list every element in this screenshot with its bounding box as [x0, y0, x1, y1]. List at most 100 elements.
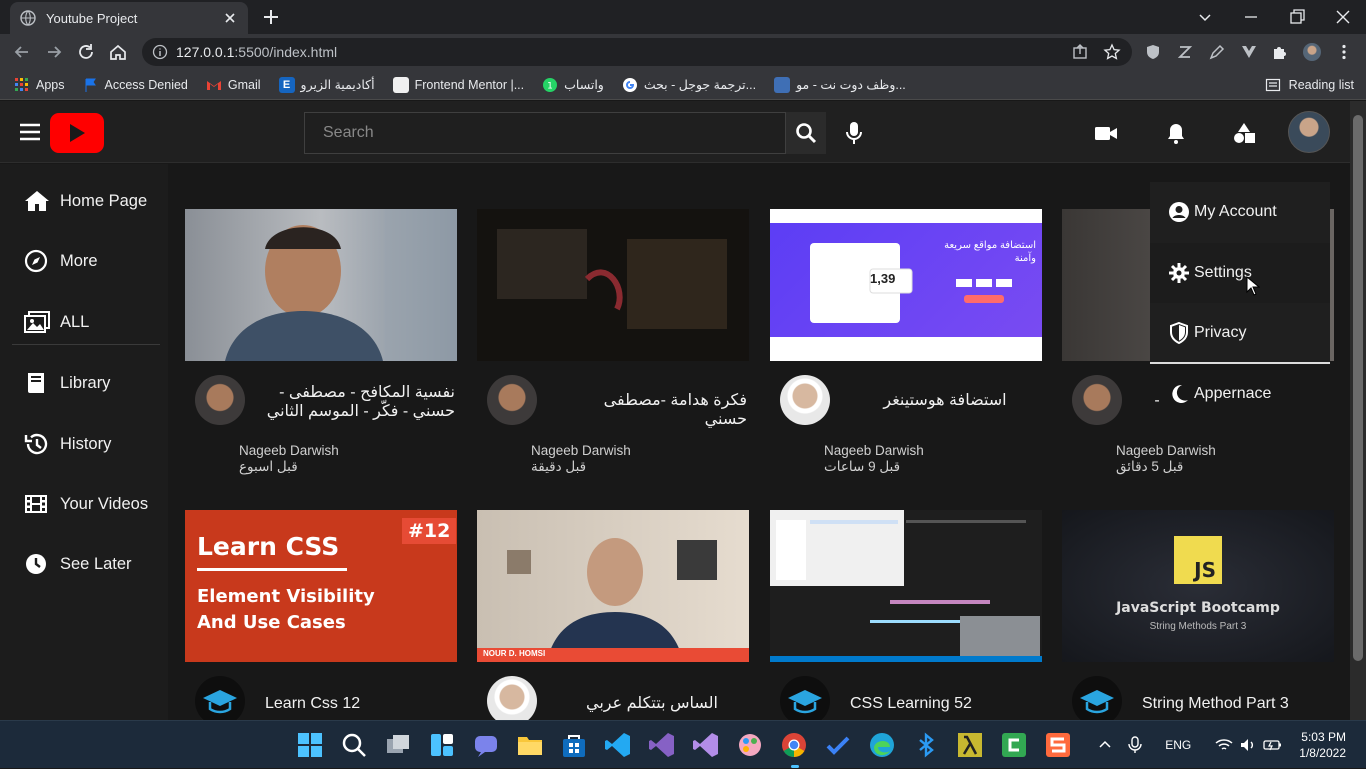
video-title[interactable]: الساس بتتكلم عربي — [557, 694, 747, 713]
battery-icon[interactable] — [1263, 737, 1283, 753]
video-title[interactable]: CSS Learning 52 — [850, 694, 1040, 713]
more-vertical-icon[interactable] — [1335, 43, 1353, 61]
sidebar-item-history[interactable]: History — [24, 432, 111, 456]
sidebar-item-see-later[interactable]: See Later — [24, 552, 132, 576]
info-icon[interactable] — [152, 44, 168, 60]
search-taskbar-icon[interactable] — [340, 731, 368, 759]
todo-icon[interactable] — [824, 731, 852, 759]
bookmark-elzero[interactable]: E أكاديمية الزيرو — [278, 76, 375, 93]
sidebar-item-more[interactable]: More — [24, 249, 98, 273]
sublime-icon[interactable] — [1044, 731, 1072, 759]
chevron-up-icon[interactable] — [1097, 737, 1113, 753]
wifi-icon[interactable] — [1215, 737, 1233, 753]
channel-avatar[interactable] — [487, 375, 537, 425]
channel-avatar[interactable] — [780, 375, 830, 425]
camtasia-icon[interactable] — [1000, 731, 1028, 759]
channel-avatar[interactable] — [195, 375, 245, 425]
channel-name[interactable]: Nageeb Darwish — [824, 443, 924, 458]
paint-icon[interactable] — [736, 731, 764, 759]
chat-icon[interactable] — [472, 731, 500, 759]
bookmark-gmail[interactable]: Gmail — [206, 77, 261, 93]
restore-icon[interactable] — [1286, 6, 1308, 28]
vs-preview-icon[interactable] — [692, 731, 720, 759]
video-title[interactable]: String Method Part 3 — [1142, 694, 1332, 713]
sidebar-item-home[interactable]: Home Page — [24, 189, 147, 213]
video-thumbnail[interactable] — [185, 209, 457, 361]
channel-name[interactable]: Nageeb Darwish — [239, 443, 339, 458]
lambda-icon[interactable] — [956, 731, 984, 759]
forward-icon[interactable] — [44, 42, 64, 62]
user-avatar[interactable] — [1288, 111, 1330, 153]
video-title[interactable]: نفسية المكافح - مصطفى - حسني - فكّر - ال… — [265, 383, 455, 421]
edge-icon[interactable] — [868, 731, 896, 759]
microphone-tray-icon[interactable] — [1127, 736, 1143, 754]
page-scrollbar[interactable] — [1350, 101, 1366, 720]
channel-avatar[interactable] — [780, 676, 830, 720]
channel-name[interactable]: Nageeb Darwish — [1116, 443, 1216, 458]
bookmark-frontend-mentor[interactable]: Frontend Mentor |... — [392, 76, 524, 93]
hamburger-menu-icon[interactable] — [20, 123, 40, 141]
video-thumbnail[interactable] — [770, 510, 1042, 662]
windows-start-icon[interactable] — [296, 731, 324, 759]
new-tab-icon[interactable] — [262, 8, 280, 26]
home-browser-icon[interactable] — [108, 42, 128, 62]
address-bar[interactable]: 127.0.0.1:5500/index.html — [142, 38, 1132, 66]
profile-avatar[interactable] — [1303, 43, 1321, 61]
channel-avatar[interactable] — [1072, 375, 1122, 425]
video-title[interactable]: فكرة هدامة -مصطفى حسني — [557, 391, 747, 429]
video-camera-icon[interactable] — [1094, 121, 1118, 145]
channel-avatar[interactable] — [195, 676, 245, 720]
bookmark-apps[interactable]: Apps — [14, 77, 65, 93]
z-extension-icon[interactable] — [1176, 43, 1194, 61]
shapes-icon[interactable] — [1232, 121, 1256, 145]
close-window-icon[interactable] — [1332, 6, 1354, 28]
bell-icon[interactable] — [1164, 121, 1188, 145]
vue-extension-icon[interactable] — [1240, 43, 1258, 61]
sidebar-item-all[interactable]: ALL — [24, 310, 89, 334]
shield-extension-icon[interactable] — [1144, 43, 1162, 61]
reading-list[interactable]: Reading list — [1265, 77, 1354, 93]
dropdown-item-my-account[interactable]: My Account — [1150, 182, 1330, 242]
puzzle-icon[interactable] — [1271, 43, 1289, 61]
pen-extension-icon[interactable] — [1208, 43, 1226, 61]
video-title[interactable]: Learn Css 12 — [265, 694, 455, 713]
back-icon[interactable] — [12, 42, 32, 62]
share-icon[interactable] — [1071, 43, 1089, 61]
bookmark-whatsapp[interactable]: 1 واتساب — [542, 77, 604, 93]
dropdown-item-privacy[interactable]: Privacy — [1150, 304, 1330, 364]
dropdown-item-settings[interactable]: Settings — [1150, 243, 1330, 303]
vscode-icon[interactable] — [604, 731, 632, 759]
search-button[interactable] — [786, 112, 826, 154]
visual-studio-icon[interactable] — [648, 731, 676, 759]
browser-tab-active[interactable]: Youtube Project — [10, 2, 248, 34]
volume-icon[interactable] — [1239, 737, 1257, 753]
task-view-icon[interactable] — [384, 731, 412, 759]
video-thumbnail[interactable] — [477, 209, 749, 361]
widgets-icon[interactable] — [428, 731, 456, 759]
channel-avatar[interactable] — [1072, 676, 1122, 720]
video-thumbnail[interactable]: Learn CSS #12 Element Visibility And Use… — [185, 510, 457, 662]
language-indicator[interactable]: ENG — [1165, 738, 1191, 752]
sidebar-item-your-videos[interactable]: Your Videos — [24, 492, 148, 516]
bookmark-google-translate[interactable]: ترجمة جوجل - بحث... — [622, 77, 756, 93]
video-thumbnail[interactable]: NOUR D. HOMSI — [477, 510, 749, 662]
bookmark-access-denied[interactable]: Access Denied — [83, 77, 188, 93]
video-title[interactable]: استضافة هوستينغر — [850, 391, 1040, 410]
sidebar-item-library[interactable]: Library — [24, 371, 110, 395]
reload-icon[interactable] — [76, 42, 96, 62]
search-input[interactable]: Search — [304, 112, 786, 154]
video-thumbnail[interactable]: استضافة مواقع سريعة وآمنة 1,39 — [770, 209, 1042, 361]
video-thumbnail[interactable]: JS JavaScript Bootcamp String Methods Pa… — [1062, 510, 1334, 662]
star-icon[interactable] — [1103, 43, 1121, 61]
voice-search-button[interactable] — [838, 115, 870, 151]
tab-search-icon[interactable] — [1194, 6, 1216, 28]
bluetooth-icon[interactable] — [912, 731, 940, 759]
scrollbar-thumb[interactable] — [1353, 115, 1363, 661]
youtube-logo[interactable] — [50, 113, 104, 153]
bookmark-wzzaf[interactable]: وظف دوت نت - مو... — [774, 76, 906, 93]
chrome-icon[interactable] — [780, 731, 808, 759]
minimize-icon[interactable] — [1240, 6, 1262, 28]
clock[interactable]: 5:03 PM 1/8/2022 — [1299, 729, 1346, 761]
store-icon[interactable] — [560, 731, 588, 759]
file-explorer-icon[interactable] — [516, 731, 544, 759]
